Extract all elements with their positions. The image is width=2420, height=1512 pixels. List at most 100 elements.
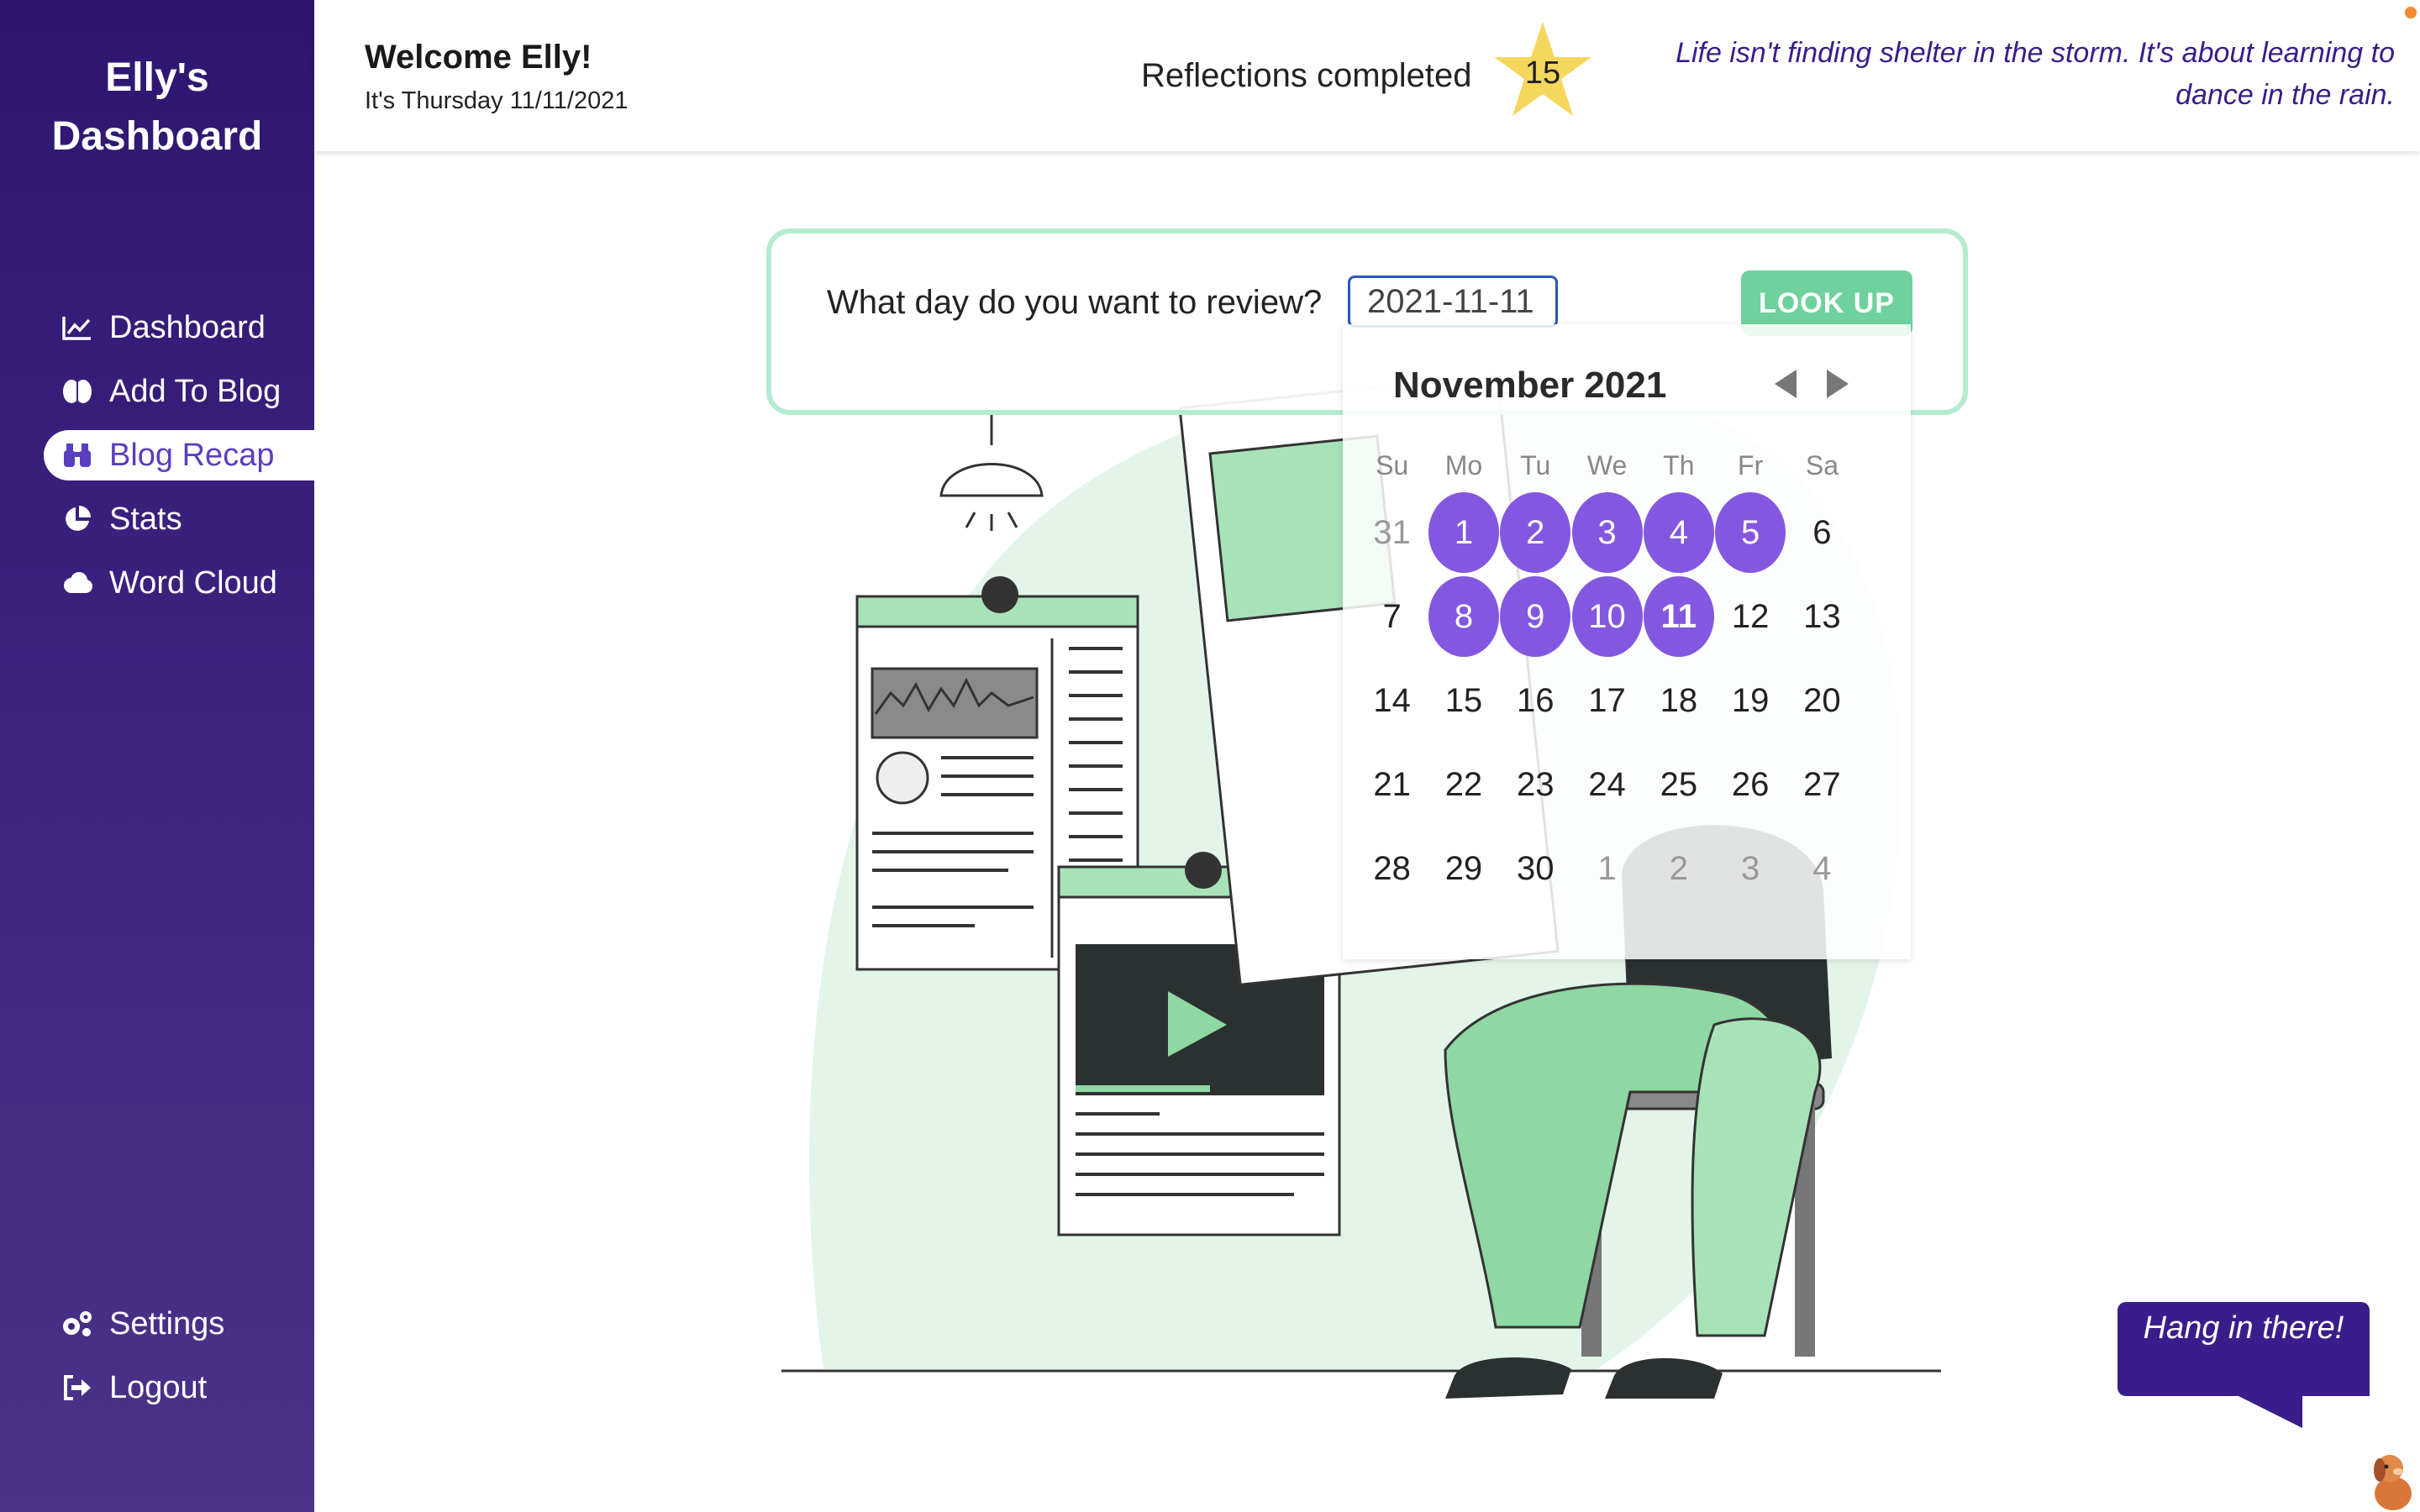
sidebar-item-blog-recap[interactable]: Blog Recap [44, 430, 314, 480]
sidebar-item-stats[interactable]: Stats [44, 494, 314, 544]
calendar-day[interactable]: 17 [1571, 659, 1643, 743]
calendar-day-number: 8 [1428, 576, 1499, 657]
sidebar-item-label: Stats [109, 501, 182, 537]
calendar-day[interactable]: 16 [1500, 659, 1571, 743]
notification-dot [2405, 7, 2417, 18]
calendar-day[interactable]: 4 [1786, 827, 1858, 911]
calendar-day-number: 28 [1373, 849, 1411, 887]
calendar-day-number: 30 [1516, 849, 1555, 887]
calendar-day[interactable]: 22 [1428, 743, 1499, 827]
calendar-day-number: 14 [1373, 681, 1411, 719]
calendar-day-number: 31 [1373, 513, 1411, 551]
calendar-day-number: 11 [1643, 576, 1714, 657]
calendar-day[interactable]: 2 [1500, 491, 1571, 575]
bubble-tail [2235, 1394, 2302, 1428]
calendar-day[interactable]: 9 [1500, 575, 1571, 659]
previous-month-icon[interactable] [1775, 370, 1797, 398]
calendar-day-number: 13 [1803, 597, 1841, 635]
sidebar-item-label: Word Cloud [109, 564, 277, 601]
calendar-day-number: 12 [1731, 597, 1770, 635]
calendar-day-number: 22 [1444, 765, 1483, 803]
calendar-day[interactable]: 12 [1714, 575, 1786, 659]
calendar-day-number: 7 [1382, 597, 1402, 635]
calendar-day[interactable]: 13 [1786, 575, 1858, 659]
weekday-header: Sa [1805, 449, 1839, 480]
pie-chart-icon [60, 502, 94, 536]
dog-mascot-icon[interactable] [2361, 1445, 2420, 1512]
gears-icon [60, 1307, 94, 1341]
calendar-day[interactable]: 15 [1428, 659, 1499, 743]
calendar-day-number: 1 [1597, 849, 1617, 887]
date-picker-popup: November 2021 Su Mo Tu We Th Fr Sa 31 1 2 3 4 5 6 7 8 9 1… [1343, 324, 1911, 959]
calendar-day[interactable]: 24 [1571, 743, 1643, 827]
reflections-label: Reflections completed [1141, 57, 1472, 94]
calendar-day[interactable]: 28 [1356, 827, 1428, 911]
sidebar-item-label: Settings [109, 1305, 225, 1341]
cloud-icon [60, 566, 94, 600]
calendar-day-number: 2 [1500, 492, 1571, 573]
calendar-day-number: 9 [1500, 576, 1571, 657]
calendar-day[interactable]: 25 [1643, 743, 1714, 827]
calendar-day[interactable]: 29 [1428, 827, 1499, 911]
reflections-count: 15 [1524, 55, 1561, 91]
calendar-day-number: 1 [1428, 492, 1499, 573]
sidebar-item-label: Add To Blog [109, 373, 281, 409]
sidebar-item-dashboard[interactable]: Dashboard [44, 302, 314, 353]
calendar-day-number: 23 [1516, 765, 1555, 803]
calendar-day[interactable]: 1 [1571, 827, 1643, 911]
weekday-header: We [1586, 449, 1628, 480]
calendar-day[interactable]: 14 [1356, 659, 1428, 743]
calendar-day-number: 6 [1812, 513, 1832, 551]
calendar-day[interactable]: 21 [1356, 743, 1428, 827]
sidebar-item-add-to-blog[interactable]: Add To Blog [44, 366, 314, 417]
calendar-grid: Su Mo Tu We Th Fr Sa 31 1 2 3 4 5 6 7 8 9 10 11 12 13 14 15 16 1… [1356, 440, 1894, 911]
calendar-day[interactable]: 5 [1714, 491, 1786, 575]
brand-line-2: Dashboard [51, 114, 263, 159]
binoculars-icon [60, 438, 94, 472]
calendar-day[interactable]: 7 [1356, 575, 1428, 659]
calendar-day[interactable]: 23 [1500, 743, 1571, 827]
calendar-day[interactable]: 26 [1714, 743, 1786, 827]
weekday-header: Th [1663, 449, 1695, 480]
motivational-quote: Life isn't finding shelter in the storm.… [1676, 37, 2395, 111]
calendar-day-number: 2 [1669, 849, 1688, 887]
calendar-day-number: 5 [1715, 492, 1786, 573]
calendar-day-number: 3 [1741, 849, 1760, 887]
review-question: What day do you want to review? [827, 284, 1323, 321]
sidebar-item-logout[interactable]: Logout [44, 1362, 314, 1413]
calendar-day-number: 10 [1571, 576, 1643, 657]
calendar-day-number: 19 [1731, 681, 1770, 719]
calendar-day[interactable]: 30 [1500, 827, 1571, 911]
calendar-day[interactable]: 19 [1714, 659, 1786, 743]
calendar-day[interactable]: 1 [1428, 491, 1499, 575]
calendar-day[interactable]: 10 [1571, 575, 1643, 659]
sidebar-item-settings[interactable]: Settings [44, 1299, 314, 1349]
calendar-day[interactable]: 6 [1786, 491, 1858, 575]
calendar-day[interactable]: 20 [1786, 659, 1858, 743]
calendar-day[interactable]: 2 [1643, 827, 1714, 911]
calendar-day[interactable]: 3 [1714, 827, 1786, 911]
welcome-heading: Welcome Elly! [365, 39, 592, 76]
sidebar-item-label: Logout [109, 1369, 208, 1405]
next-month-icon[interactable] [1827, 370, 1849, 398]
calendar-day-number: 15 [1444, 681, 1483, 719]
calendar-day-number: 24 [1588, 765, 1626, 803]
calendar-day-number: 27 [1803, 765, 1841, 803]
chart-line-icon [60, 311, 94, 344]
calendar-day[interactable]: 11 [1643, 575, 1714, 659]
calendar-day[interactable]: 4 [1643, 491, 1714, 575]
sidebar-item-word-cloud[interactable]: Word Cloud [44, 558, 314, 608]
calendar-day[interactable]: 31 [1356, 491, 1428, 575]
current-date: It's Thursday 11/11/2021 [365, 87, 629, 114]
calendar-day-number: 17 [1588, 681, 1626, 719]
calendar-day[interactable]: 27 [1786, 743, 1858, 827]
top-header: Welcome Elly! It's Thursday 11/11/2021 R… [314, 0, 2420, 151]
calendar-month-title: November 2021 [1393, 365, 1667, 406]
review-date-input[interactable]: 2021-11-11 [1348, 276, 1558, 328]
weekday-header: Mo [1444, 449, 1483, 480]
calendar-day[interactable]: 8 [1428, 575, 1499, 659]
calendar-day-number: 25 [1660, 765, 1698, 803]
calendar-day[interactable]: 18 [1643, 659, 1714, 743]
calendar-day-number: 16 [1516, 681, 1555, 719]
calendar-day[interactable]: 3 [1571, 491, 1643, 575]
